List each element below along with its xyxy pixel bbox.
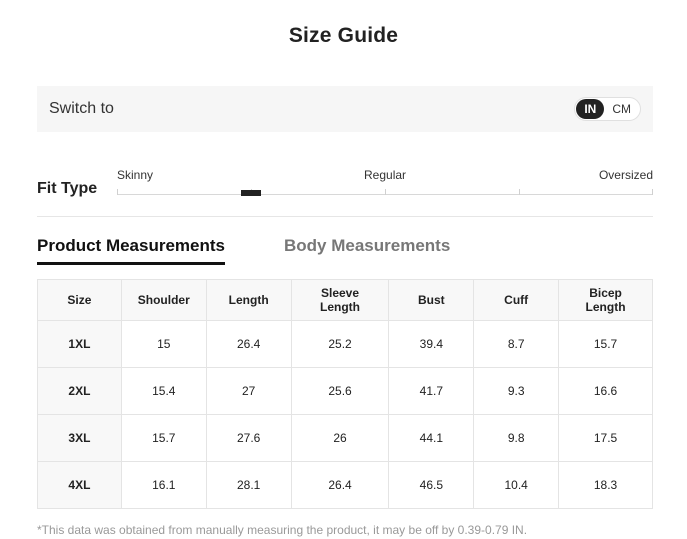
fit-type-title: Fit Type [37, 180, 98, 197]
fit-label-oversized: Oversized [598, 168, 653, 182]
switch-label: Switch to [49, 100, 114, 117]
column-header-label: Shoulder [137, 293, 190, 307]
table-cell: 26 [290, 414, 390, 462]
divider [37, 216, 653, 217]
unit-option-cm[interactable]: CM [604, 99, 639, 119]
table-cell: 8.7 [473, 320, 560, 368]
column-header: Bust [388, 279, 475, 321]
column-header: Sleeve Length [290, 279, 390, 321]
table-cell: 15.7 [120, 414, 207, 462]
tab-body-measurements[interactable]: Body Measurements [284, 236, 450, 262]
table-cell: 15 [120, 320, 207, 368]
table-cell: 17.5 [558, 414, 653, 462]
page-title: Size Guide [288, 24, 399, 47]
table-cell: 15.7 [558, 320, 653, 368]
unit-option-in[interactable]: IN [576, 99, 605, 119]
column-header: Size [37, 279, 122, 321]
fit-tick [652, 189, 653, 195]
column-header-label: Bicep Length [585, 286, 626, 314]
measurement-tabs: Product Measurements Body Measurements [37, 236, 653, 266]
unit-switch-bar: Switch to IN CM [37, 86, 653, 132]
table-cell-size: 1XL [37, 320, 122, 368]
table-cell: 25.6 [290, 367, 390, 415]
table-cell: 41.7 [388, 367, 475, 415]
column-header-label: Size [67, 293, 92, 307]
tab-product-measurements[interactable]: Product Measurements [37, 236, 225, 265]
table-cell: 16.6 [558, 367, 653, 415]
table-cell: 18.3 [558, 461, 653, 509]
measurement-disclaimer: *This data was obtained from manually me… [37, 523, 528, 537]
table-row: 2XL 15.4 27 25.6 41.7 9.3 16.6 [37, 367, 653, 415]
table-cell: 16.1 [120, 461, 207, 509]
table-cell: 39.4 [388, 320, 475, 368]
column-header: Length [205, 279, 292, 321]
unit-toggle[interactable]: IN CM [574, 97, 641, 121]
column-header-label: Cuff [504, 293, 529, 307]
fit-tick [385, 189, 386, 195]
table-cell-size: 4XL [37, 461, 122, 509]
table-row: 4XL 16.1 28.1 26.4 46.5 10.4 18.3 [37, 461, 653, 509]
table-cell: 26.4 [290, 461, 390, 509]
fit-position-marker [241, 190, 261, 196]
table-cell: 28.1 [205, 461, 292, 509]
column-header: Bicep Length [558, 279, 653, 321]
fit-type-section: Fit Type Skinny Regular Oversized [37, 164, 653, 216]
table-cell: 15.4 [120, 367, 207, 415]
size-table: Size Shoulder Length Sleeve Length Bust … [37, 279, 653, 509]
column-header: Shoulder [120, 279, 207, 321]
table-header-row: Size Shoulder Length Sleeve Length Bust … [37, 279, 653, 321]
fit-tick [117, 189, 118, 195]
table-cell: 26.4 [205, 320, 292, 368]
column-header-label: Sleeve Length [320, 286, 361, 314]
column-header-label: Bust [418, 293, 445, 307]
table-cell: 25.2 [290, 320, 390, 368]
column-header-label: Length [228, 293, 269, 307]
table-cell: 44.1 [388, 414, 475, 462]
table-row: 1XL 15 26.4 25.2 39.4 8.7 15.7 [37, 320, 653, 368]
table-cell: 27.6 [205, 414, 292, 462]
table-cell: 46.5 [388, 461, 475, 509]
fit-tick [519, 189, 520, 195]
table-cell-size: 2XL [37, 367, 122, 415]
fit-label-skinny: Skinny [117, 168, 154, 182]
fit-label-regular: Regular [364, 168, 407, 182]
column-header: Cuff [473, 279, 560, 321]
table-cell-size: 3XL [37, 414, 122, 462]
table-cell: 10.4 [473, 461, 560, 509]
fit-scale: Skinny Regular Oversized [117, 164, 653, 204]
table-row: 3XL 15.7 27.6 26 44.1 9.8 17.5 [37, 414, 653, 462]
table-cell: 27 [205, 367, 292, 415]
table-cell: 9.8 [473, 414, 560, 462]
table-cell: 9.3 [473, 367, 560, 415]
